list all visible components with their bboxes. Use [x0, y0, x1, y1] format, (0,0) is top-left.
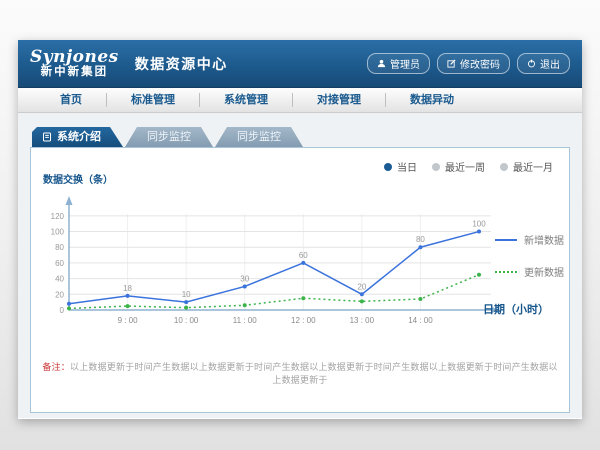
- change-password-label: 修改密码: [460, 56, 500, 71]
- company-logo: Synjones 新中新集团: [30, 49, 119, 79]
- svg-text:10 : 00: 10 : 00: [174, 316, 199, 325]
- app-window: Synjones 新中新集团 数据资源中心 管理员 修改密码 退出 首页 标准管…: [18, 40, 582, 419]
- main-nav: 首页 标准管理 系统管理 对接管理 数据异动: [18, 88, 582, 113]
- radio-label: 最近一月: [513, 159, 553, 174]
- tab-sync-monitor-2[interactable]: 同步监控: [215, 127, 303, 147]
- nav-item-system-mgmt[interactable]: 系统管理: [200, 93, 293, 107]
- legend-label: 更新数据: [524, 264, 564, 279]
- svg-text:80: 80: [55, 243, 64, 252]
- radio-label: 最近一周: [445, 159, 485, 174]
- svg-text:9 : 00: 9 : 00: [118, 316, 139, 325]
- footnote-text: 以上数据更新于时间产生数据以上数据更新于时间产生数据以上数据更新于时间产生数据以…: [70, 362, 558, 385]
- radio-dot: [384, 163, 392, 171]
- page-title: 数据资源中心: [135, 54, 228, 74]
- footnote: 备注：以上数据更新于时间产生数据以上数据更新于时间产生数据以上数据更新于时间产生…: [41, 360, 559, 386]
- edit-icon: [447, 59, 456, 68]
- svg-text:18: 18: [123, 284, 132, 293]
- legend-item-new-data[interactable]: 新增数据: [495, 232, 564, 247]
- svg-text:40: 40: [55, 275, 64, 284]
- tab-label: 系统介绍: [57, 127, 101, 147]
- svg-text:120: 120: [51, 212, 65, 221]
- tab-bar: 系统介绍 同步监控 同步监控: [18, 113, 582, 147]
- content-area: 系统介绍 同步监控 同步监控 当日 最近一周: [18, 113, 582, 418]
- svg-text:30: 30: [240, 274, 249, 283]
- svg-text:13 : 00: 13 : 00: [350, 316, 375, 325]
- chart-legend: 新增数据 更新数据: [495, 232, 564, 279]
- nav-item-standard-mgmt[interactable]: 标准管理: [107, 93, 200, 107]
- admin-user-button[interactable]: 管理员: [367, 53, 430, 74]
- power-icon: [527, 59, 536, 68]
- footnote-prefix: 备注：: [42, 362, 70, 372]
- chart-panel: 当日 最近一周 最近一月 数据交换（条） 9 : 00 10 : 00 11 : 0…: [30, 147, 570, 413]
- tab-sync-monitor-1[interactable]: 同步监控: [125, 127, 213, 147]
- svg-text:10: 10: [182, 290, 191, 299]
- nav-item-home[interactable]: 首页: [36, 93, 107, 107]
- tab-label: 同步监控: [237, 131, 281, 143]
- radio-dot: [500, 163, 508, 171]
- svg-text:60: 60: [299, 251, 308, 260]
- legend-item-updated-data[interactable]: 更新数据: [495, 264, 564, 279]
- svg-text:100: 100: [51, 228, 65, 237]
- svg-text:60: 60: [55, 259, 64, 268]
- svg-text:12 : 00: 12 : 00: [291, 316, 316, 325]
- radio-last-week[interactable]: 最近一周: [432, 159, 485, 174]
- x-axis-title: 日期（小时）: [483, 301, 549, 317]
- legend-line-sample: [495, 271, 517, 273]
- admin-user-label: 管理员: [390, 56, 420, 71]
- svg-text:14 : 00: 14 : 00: [408, 316, 433, 325]
- line-chart: 9 : 00 10 : 00 11 : 00 12 : 00 13 : 00 14 : 0…: [39, 188, 509, 338]
- chart-container: 9 : 00 10 : 00 11 : 00 12 : 00 13 : 00 14 : 0…: [39, 188, 509, 343]
- radio-label: 当日: [397, 159, 417, 174]
- legend-line-sample: [495, 239, 517, 241]
- change-password-button[interactable]: 修改密码: [437, 53, 510, 74]
- svg-text:20: 20: [357, 282, 366, 291]
- svg-text:80: 80: [416, 235, 425, 244]
- legend-label: 新增数据: [524, 232, 564, 247]
- app-header: Synjones 新中新集团 数据资源中心 管理员 修改密码 退出: [18, 40, 582, 88]
- logout-button[interactable]: 退出: [517, 53, 570, 74]
- user-icon: [377, 59, 386, 68]
- time-range-filter: 当日 最近一周 最近一月: [384, 159, 553, 174]
- logo-subtext: 新中新集团: [30, 66, 119, 78]
- header-actions: 管理员 修改密码 退出: [367, 53, 570, 74]
- tab-system-intro[interactable]: 系统介绍: [32, 127, 123, 147]
- document-icon: [42, 132, 52, 142]
- radio-today[interactable]: 当日: [384, 159, 417, 174]
- logout-label: 退出: [540, 56, 560, 71]
- y-axis-title: 数据交换（条）: [43, 171, 113, 186]
- radio-dot: [432, 163, 440, 171]
- nav-item-interface-mgmt[interactable]: 对接管理: [293, 93, 386, 107]
- svg-text:0: 0: [60, 306, 65, 315]
- svg-text:100: 100: [472, 220, 486, 229]
- svg-text:11 : 00: 11 : 00: [233, 316, 257, 325]
- svg-text:20: 20: [55, 290, 64, 299]
- nav-item-data-changes[interactable]: 数据异动: [386, 93, 478, 107]
- logo-text: Synjones: [30, 49, 119, 67]
- radio-last-month[interactable]: 最近一月: [500, 159, 553, 174]
- tab-label: 同步监控: [147, 131, 191, 143]
